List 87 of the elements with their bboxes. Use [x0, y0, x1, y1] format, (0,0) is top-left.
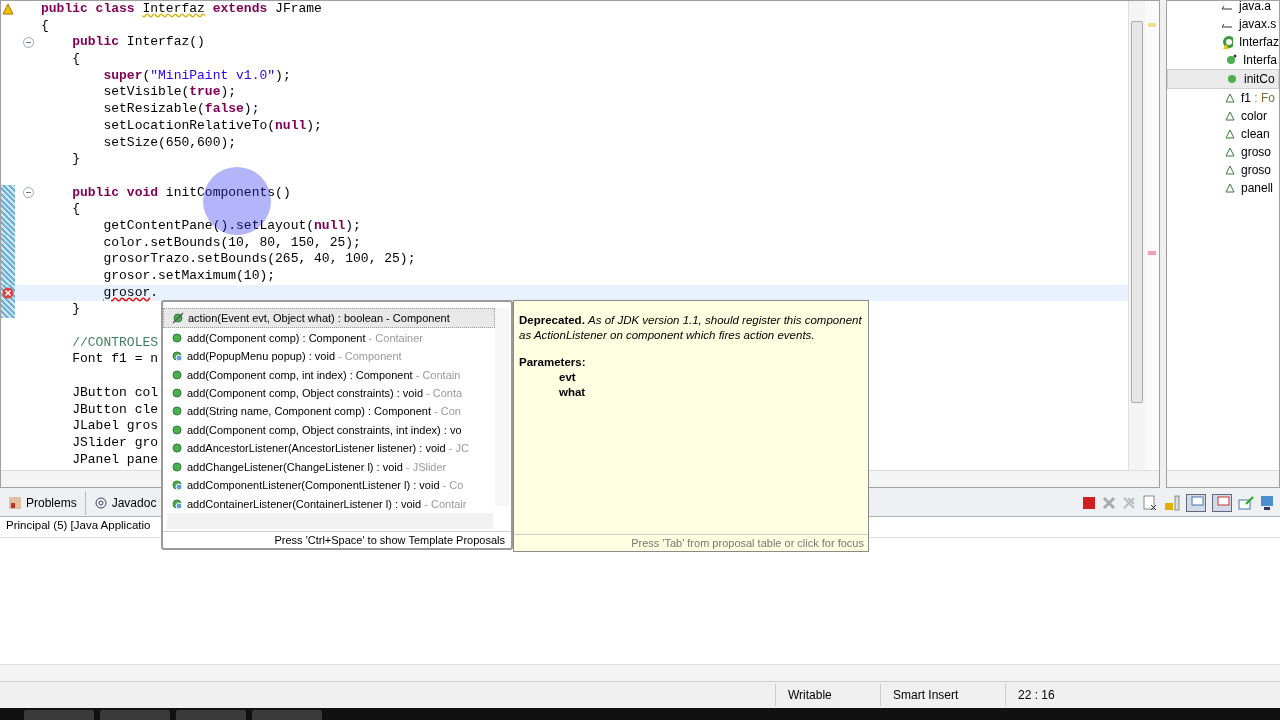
status-text: 22 : 16 — [1005, 684, 1120, 707]
status-text: Writable — [775, 684, 880, 707]
document-icon[interactable] — [1142, 494, 1158, 511]
outline-item[interactable]: panell — [1167, 179, 1279, 197]
outline-item[interactable]: groso — [1167, 143, 1279, 161]
code-line: Font f1 = n — [71, 351, 159, 369]
code-line: setSize(650,600); — [102, 134, 237, 152]
method-icon — [171, 497, 183, 510]
code-line: setVisible(true); — [102, 84, 237, 102]
problems-icon — [8, 495, 22, 510]
outline-item[interactable]: color — [1167, 107, 1279, 125]
doc-heading: Parameters: — [519, 355, 587, 370]
status-text: Smart Insert — [880, 684, 1005, 707]
code-line: } — [71, 151, 81, 168]
proposal-item[interactable]: add(Component comp) : Component - Container — [163, 328, 495, 347]
at-sign-icon — [93, 495, 108, 510]
proposal-item[interactable]: add(Component comp, int index) : Component - Contain — [163, 365, 495, 384]
code-line: { — [71, 51, 81, 68]
method-icon — [171, 405, 183, 418]
popup-hint: Press 'Ctrl+Space' to show Template Proposals — [163, 531, 511, 548]
collapse-icon[interactable] — [22, 187, 34, 199]
method-icon — [171, 423, 183, 436]
code-line: getContentPane().setLayout(null); — [102, 217, 361, 235]
horizontal-scrollbar[interactable] — [1167, 469, 1279, 487]
doc-text: Deprecated. As of JDK version 1.1, should register this component as ActionListener on component which fires action events. — [519, 313, 863, 343]
code-line: } — [71, 301, 81, 319]
horizontal-scrollbar[interactable] — [0, 664, 1280, 682]
stop-icon[interactable] — [1082, 495, 1096, 510]
proposal-item[interactable]: addAncestorListener(AncestorListener listener) : void - JC — [163, 439, 495, 458]
proposal-item[interactable]: add(Component comp, Object constraints) : void - Conta — [163, 383, 495, 403]
panel-tab[interactable]: Problems — [0, 490, 86, 515]
class-icon — [1221, 34, 1233, 50]
parameter-name: what — [558, 385, 587, 400]
outline-item[interactable]: f1 : Fo — [1167, 89, 1279, 107]
method-icon — [171, 442, 183, 455]
monitor-icon[interactable] — [1186, 493, 1206, 512]
deprecated-method-icon — [172, 312, 184, 325]
method-icon — [171, 387, 183, 400]
parameter-name: evt — [558, 370, 577, 385]
proposal-item[interactable]: add(Component comp, Object constraints, int index) : vo — [163, 420, 495, 440]
method-icon — [171, 479, 183, 492]
code-line: { — [41, 17, 49, 35]
outline-item[interactable]: Interfaz — [1167, 33, 1279, 51]
close-all-icon[interactable] — [1122, 495, 1136, 510]
collapse-icon[interactable] — [22, 37, 34, 49]
outline-item[interactable]: clean — [1167, 125, 1279, 143]
proposal-item[interactable]: addComponentListener(ComponentListener l) : void - Co — [163, 476, 495, 495]
method-icon — [1226, 73, 1238, 85]
code-line: public Interfaz() — [71, 34, 205, 52]
proposal-item[interactable]: add(PopupMenu popup) : void - Component — [163, 346, 495, 366]
popup-hint: Press 'Tab' from proposal table or click for focus — [514, 534, 868, 551]
outline-item[interactable]: Interfa — [1167, 51, 1279, 69]
code-line: color.setBounds(10, 80, 150, 25); — [102, 234, 361, 252]
outline-item[interactable]: initCo — [1167, 69, 1279, 89]
console-icon[interactable] — [1260, 494, 1274, 511]
method-icon — [171, 350, 183, 363]
outline-item[interactable]: groso — [1167, 161, 1279, 179]
code-line: grosor. — [102, 284, 159, 302]
code-line: JPanel pane — [71, 451, 159, 469]
outline-item[interactable]: java.a — [1167, 1, 1279, 15]
code-line: setResizable(false); — [102, 101, 260, 118]
code-line: super("MiniPaint v1.0"); — [102, 67, 291, 85]
code-line: grosor.setMaximum(10); — [102, 268, 276, 285]
proposal-item[interactable]: action(Event evt, Object what) : boolean - Component — [163, 308, 495, 329]
code-line: JSlider gro — [71, 434, 159, 452]
code-line: public void initComponents() — [71, 184, 291, 202]
method-icon — [171, 331, 183, 344]
proposal-item[interactable]: add(String name, Component comp) : Component - Con — [163, 402, 495, 421]
method-icon — [1225, 54, 1237, 66]
vertical-scrollbar[interactable] — [1128, 1, 1145, 471]
proposal-item[interactable]: addContainerListener(ContainerListener l) : void - Contair — [163, 494, 495, 513]
code-line: grosorTrazo.setBounds(265, 40, 100, 25); — [102, 251, 416, 268]
monitor-icon[interactable] — [1212, 493, 1232, 512]
warning-icon — [2, 3, 14, 16]
code-line: //CONTROLES — [71, 334, 159, 352]
method-icon — [171, 460, 183, 473]
code-line: JButton col — [71, 384, 159, 402]
code-line: setLocationRelativeTo(null); — [102, 117, 322, 135]
code-line: JLabel gros — [71, 418, 159, 435]
method-icon — [171, 368, 183, 381]
code-line: JButton cle — [71, 401, 159, 419]
close-icon[interactable] — [1102, 495, 1116, 510]
proposal-item[interactable]: addChangeListener(ChangeListener l) : void - JSlider — [163, 457, 495, 477]
code-line: public class Interfaz extends JFrame — [41, 1, 322, 18]
vertical-scrollbar[interactable] — [495, 308, 509, 506]
code-line: { — [71, 201, 81, 218]
outline-item[interactable]: javax.s — [1167, 15, 1279, 33]
